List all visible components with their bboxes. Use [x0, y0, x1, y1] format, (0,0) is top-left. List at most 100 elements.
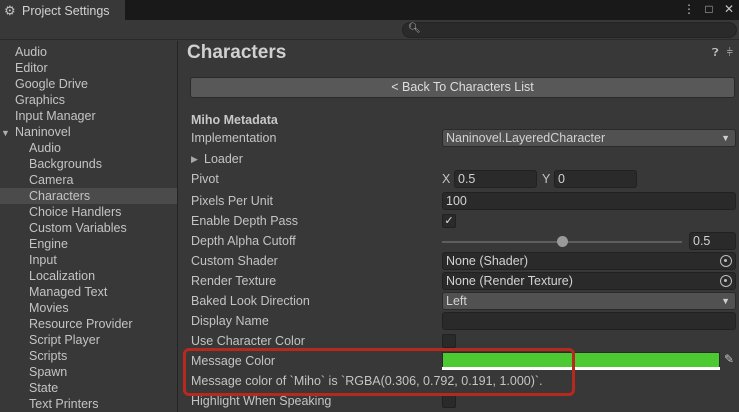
eyedropper-icon[interactable]: ✎ [724, 352, 734, 366]
sidebar-item-label: Graphics [15, 93, 66, 107]
sidebar-item-label: Localization [29, 269, 96, 283]
sidebar-item-label: Text Printers [29, 397, 99, 411]
sidebar-item-custom-variables[interactable]: Custom Variables [0, 220, 177, 236]
chevron-down-icon: ▼ [721, 133, 730, 143]
sidebar-item-spawn[interactable]: Spawn [0, 364, 177, 380]
sidebar-item-label: Managed Text [29, 285, 108, 299]
project-settings-tab[interactable]: ⚙ Project Settings [0, 0, 125, 21]
use-character-color-checkbox[interactable] [442, 334, 456, 348]
pixels-per-unit-label: Pixels Per Unit [191, 194, 273, 208]
sidebar-item-label: Naninovel [15, 125, 71, 139]
baked-look-direction-value: Left [446, 294, 467, 308]
sidebar-item-label: Scripts [29, 349, 68, 363]
back-to-characters-button[interactable]: < Back To Characters List [190, 77, 735, 98]
pixels-per-unit-row: Pixels Per Unit 100 [191, 192, 739, 212]
render-texture-row: Render Texture None (Render Texture) [191, 272, 739, 292]
sidebar-item-google-drive[interactable]: Google Drive [0, 76, 177, 92]
custom-shader-row: Custom Shader None (Shader) [191, 252, 739, 272]
sidebar-item-label: Script Player [29, 333, 100, 347]
close-icon[interactable]: ✕ [723, 2, 735, 16]
pixels-per-unit-field[interactable]: 100 [442, 192, 736, 210]
maximize-icon[interactable]: □ [703, 2, 715, 16]
foldout-arrow-icon[interactable]: ▶ [191, 154, 198, 165]
sidebar-item-label: Movies [29, 301, 69, 315]
display-name-row: Display Name [191, 312, 739, 332]
pivot-label: Pivot [191, 172, 219, 186]
sidebar-item-label: Audio [15, 45, 47, 59]
sidebar-item-resource-provider[interactable]: Resource Provider [0, 316, 177, 332]
presets-icon[interactable]: ⫩ [727, 47, 733, 60]
sidebar-item-input-manager[interactable]: Input Manager [0, 108, 177, 124]
depth-alpha-cutoff-row: Depth Alpha Cutoff 0.5 [191, 232, 739, 252]
sidebar-item-graphics[interactable]: Graphics [0, 92, 177, 108]
page-title: Characters [187, 42, 287, 63]
depth-alpha-cutoff-label: Depth Alpha Cutoff [191, 234, 296, 248]
window-controls: ⋮ □ ✕ [683, 2, 735, 16]
sidebar-item-naninovel-audio[interactable]: Audio [0, 140, 177, 156]
display-name-label: Display Name [191, 314, 269, 328]
implementation-dropdown[interactable]: Naninovel.LayeredCharacter ▼ [442, 129, 736, 147]
depth-alpha-slider-thumb[interactable] [557, 236, 568, 247]
annotation-highlight-box [183, 348, 575, 396]
sidebar-item-choice-handlers[interactable]: Choice Handlers [0, 204, 177, 220]
depth-alpha-cutoff-field[interactable]: 0.5 [689, 232, 736, 250]
loader-row[interactable]: ▶ Loader [191, 150, 739, 170]
sidebar-item-editor[interactable]: Editor [0, 60, 177, 76]
chevron-down-icon: ▼ [721, 296, 730, 306]
baked-look-direction-dropdown[interactable]: Left ▼ [442, 292, 736, 310]
display-name-field[interactable] [442, 312, 736, 330]
enable-depth-pass-label: Enable Depth Pass [191, 214, 299, 228]
sidebar-item-localization[interactable]: Localization [0, 268, 177, 284]
object-picker-icon[interactable] [720, 275, 732, 287]
sidebar-item-script-player[interactable]: Script Player [0, 332, 177, 348]
sidebar-item-scripts[interactable]: Scripts [0, 348, 177, 364]
sidebar-item-managed-text[interactable]: Managed Text [0, 284, 177, 300]
sidebar-item-characters[interactable]: Characters [0, 188, 177, 204]
sidebar-item-backgrounds[interactable]: Backgrounds [0, 156, 177, 172]
loader-label: Loader [204, 152, 243, 166]
pivot-x-label: X [442, 172, 451, 186]
implementation-label: Implementation [191, 131, 277, 145]
sidebar-item-camera[interactable]: Camera [0, 172, 177, 188]
sidebar-item-input[interactable]: Input [0, 252, 177, 268]
sidebar-item-movies[interactable]: Movies [0, 300, 177, 316]
implementation-row: Implementation Naninovel.LayeredCharacte… [191, 129, 739, 149]
use-character-color-label: Use Character Color [191, 334, 305, 348]
pivot-x-field[interactable]: 0.5 [454, 170, 537, 188]
render-texture-field[interactable]: None (Render Texture) [442, 272, 736, 290]
tab-title: Project Settings [22, 3, 110, 18]
sidebar-item-label: Editor [15, 61, 48, 75]
sidebar-item-label: Input [29, 253, 57, 267]
section-header: Miho Metadata [191, 113, 278, 127]
custom-shader-value: None (Shader) [446, 254, 528, 268]
help-icon[interactable]: ❓︎ [712, 47, 719, 60]
sidebar-item-naninovel[interactable]: ▼ Naninovel [0, 124, 177, 140]
sidebar-item-text-printers[interactable]: Text Printers [0, 396, 177, 412]
search-row: 🔍︎ [0, 20, 739, 40]
more-options-icon[interactable]: ⋮ [683, 2, 695, 16]
sidebar-item-label: State [29, 381, 59, 395]
sidebar-item-label: Engine [29, 237, 68, 251]
title-icons: ❓︎ ⫩ [712, 47, 733, 60]
highlight-when-speaking-label: Highlight When Speaking [191, 394, 332, 408]
expand-arrow-icon[interactable]: ▼ [1, 125, 15, 141]
baked-look-direction-row: Baked Look Direction Left ▼ [191, 292, 739, 312]
render-texture-label: Render Texture [191, 274, 277, 288]
search-input[interactable]: 🔍︎ [402, 22, 737, 38]
sidebar-item-label: Spawn [29, 365, 68, 379]
custom-shader-field[interactable]: None (Shader) [442, 252, 736, 270]
enable-depth-pass-checkbox[interactable]: ✓ [442, 214, 456, 228]
highlight-when-speaking-checkbox[interactable] [442, 394, 456, 408]
object-picker-icon[interactable] [720, 255, 732, 267]
implementation-value: Naninovel.LayeredCharacter [446, 131, 606, 145]
sidebar-item-label: Resource Provider [29, 317, 133, 331]
title-bar: ⚙ Project Settings ⋮ □ ✕ [0, 0, 739, 21]
sidebar-item-audio[interactable]: Audio [0, 44, 177, 60]
pivot-y-field[interactable]: 0 [554, 170, 637, 188]
sidebar-item-label: Custom Variables [29, 221, 127, 235]
section-header-row: Miho Metadata [191, 111, 739, 131]
sidebar-item-state[interactable]: State [0, 380, 177, 396]
sidebar-item-label: Choice Handlers [29, 205, 122, 219]
sidebar-item-engine[interactable]: Engine [0, 236, 177, 252]
baked-look-direction-label: Baked Look Direction [191, 294, 310, 308]
